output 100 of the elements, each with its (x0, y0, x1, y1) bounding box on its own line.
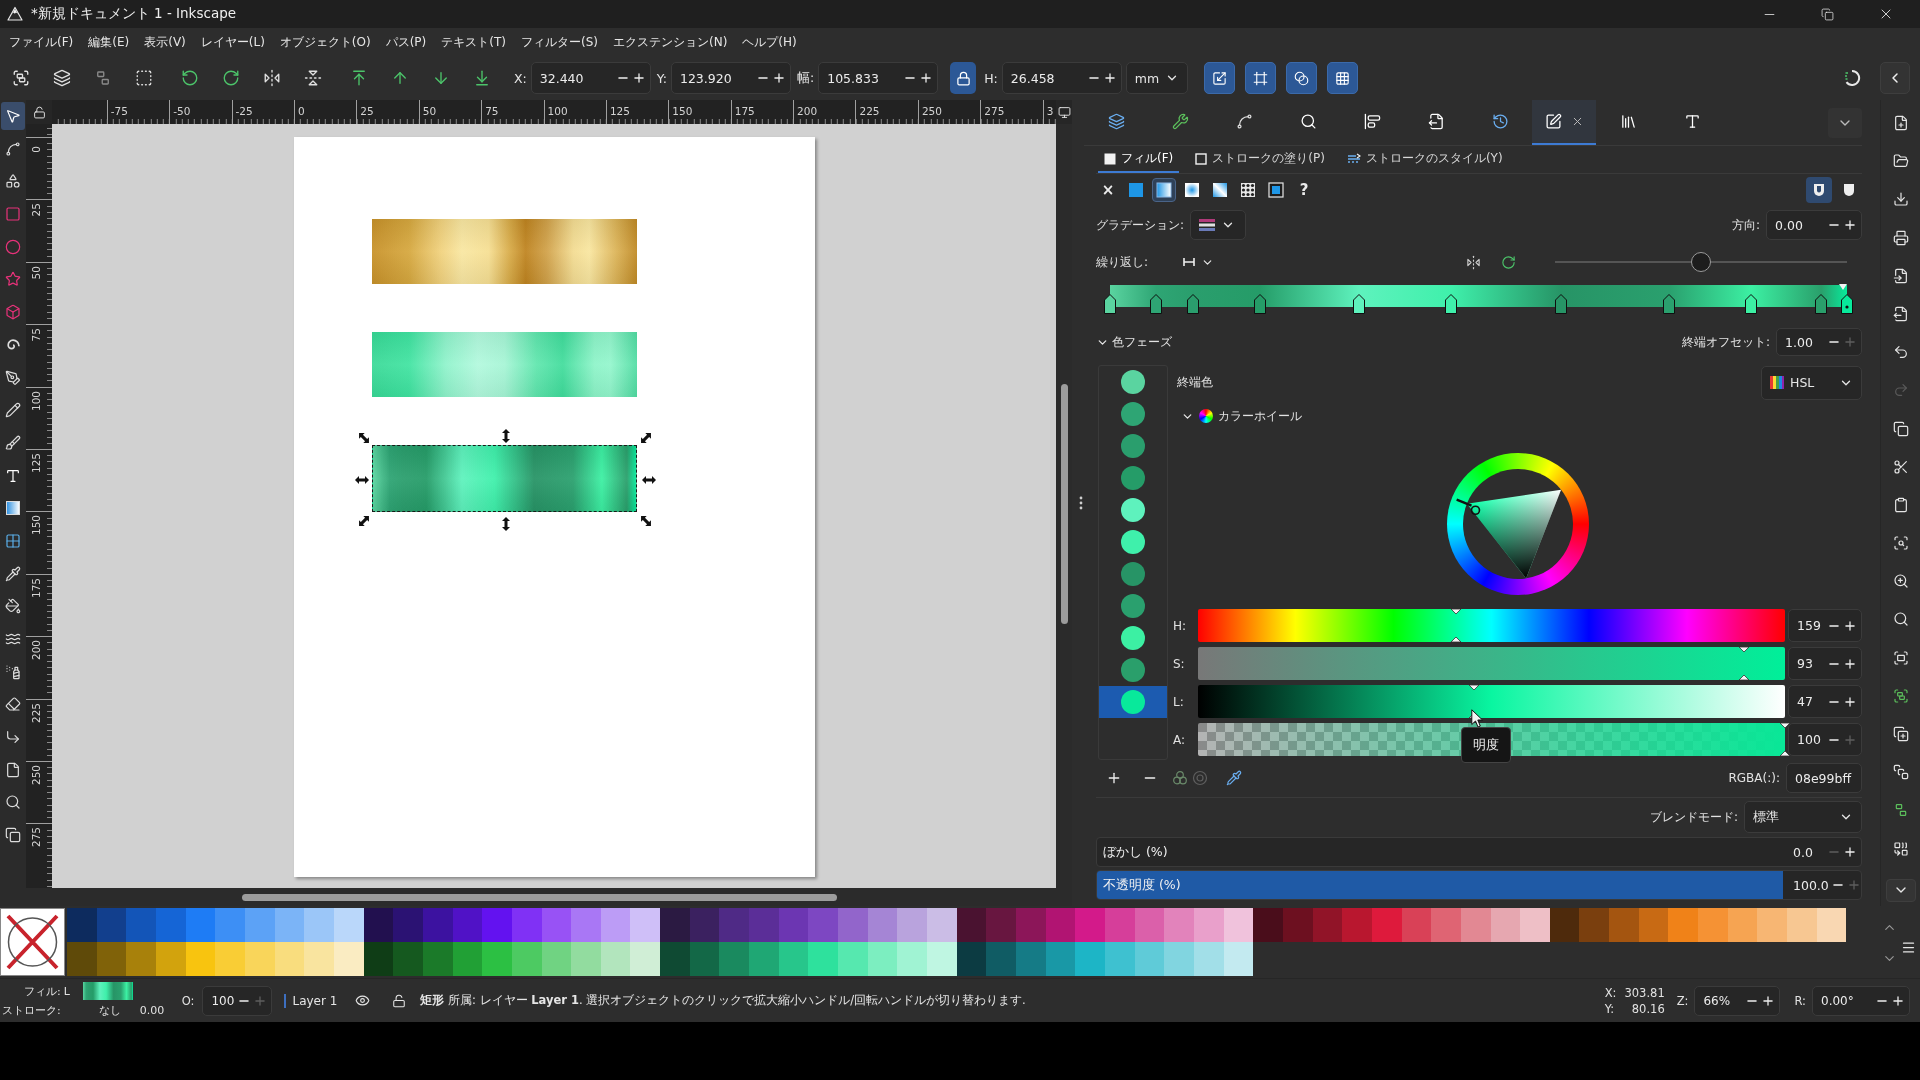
shapes-icon[interactable] (5, 173, 21, 190)
color-swatch-icon[interactable] (689, 942, 720, 976)
plus-icon[interactable] (919, 71, 934, 85)
color-swatch-icon[interactable] (1609, 908, 1639, 942)
color-swatch-icon[interactable] (1549, 908, 1580, 942)
color-swatch-icon[interactable] (1460, 908, 1491, 942)
eyedropper-icon[interactable] (1226, 770, 1242, 786)
stop-marker-icon[interactable] (1555, 294, 1568, 314)
scrollbar[interactable] (1060, 384, 1068, 624)
search-icon[interactable] (1299, 113, 1317, 130)
zoom-in-icon[interactable] (1892, 573, 1909, 590)
plus-icon[interactable] (1106, 770, 1122, 786)
color-swatch-icon[interactable] (1134, 908, 1165, 942)
number-field[interactable]: 100 (1788, 723, 1862, 756)
square-pen-icon[interactable] (1544, 113, 1562, 130)
number-field[interactable]: 32.440 (530, 62, 651, 94)
section-label[interactable]: 色フェーズ (1112, 333, 1172, 351)
color-swatch-icon[interactable] (1104, 908, 1135, 942)
pointer-icon[interactable] (5, 108, 21, 124)
flip-horizontal-icon[interactable] (263, 69, 281, 87)
color-swatch-icon[interactable] (1312, 908, 1343, 942)
slider-thumb[interactable] (1450, 609, 1463, 642)
color-swatch-icon[interactable] (185, 942, 216, 976)
copy-plus-icon[interactable] (1892, 726, 1909, 742)
grid-icon[interactable] (1334, 70, 1350, 86)
color-swatch-icon[interactable] (630, 942, 661, 976)
color-swatch-icon[interactable] (422, 942, 453, 976)
number-field[interactable]: 159 (1788, 609, 1862, 642)
color-swatch-icon[interactable] (511, 942, 542, 976)
color-swatch-icon[interactable] (1104, 942, 1135, 976)
color-swatch-icon[interactable] (1045, 942, 1076, 976)
folder-icon[interactable] (1892, 153, 1909, 170)
slider-thumb[interactable] (1737, 647, 1750, 680)
color-swatch-icon[interactable] (126, 942, 156, 976)
plus-icon[interactable] (631, 71, 646, 85)
no-color-swatch-icon[interactable] (0, 908, 65, 976)
color-swatch-icon[interactable] (719, 942, 750, 976)
curve-icon[interactable] (1235, 113, 1253, 130)
dock-tab[interactable] (1532, 100, 1596, 145)
color-swatch-icon[interactable] (155, 942, 186, 976)
spin-slider[interactable]: 不透明度 (%) 100.0 (1096, 870, 1862, 900)
stop-marker-icon[interactable] (1104, 294, 1116, 314)
grouped-squares-icon[interactable] (1892, 687, 1909, 704)
joined-squares-icon[interactable] (1892, 840, 1909, 857)
color-swatch-icon[interactable] (363, 908, 394, 942)
plus-icon[interactable] (1843, 694, 1857, 709)
menu-item[interactable]: ファイル(F) (4, 30, 79, 54)
color-swatch-icon[interactable] (274, 908, 305, 942)
dashed-lines-icon[interactable] (1346, 152, 1361, 165)
eyedropper-icon[interactable] (5, 565, 21, 582)
stop-marker-icon[interactable] (1745, 294, 1758, 314)
layer-name[interactable]: Layer 1 (284, 993, 338, 1008)
color-swatch-icon[interactable] (838, 942, 868, 976)
frame-icon[interactable] (1252, 70, 1268, 86)
color-swatch-icon[interactable] (511, 908, 542, 942)
slider-track[interactable] (1555, 251, 1847, 273)
color-swatch-icon[interactable] (304, 908, 334, 942)
color-swatch-icon[interactable] (1401, 908, 1432, 942)
star-icon[interactable] (5, 271, 21, 288)
slider-thumb[interactable] (1691, 252, 1711, 272)
menu-icon[interactable] (1901, 940, 1916, 955)
color-swatch-icon[interactable] (333, 908, 364, 942)
plus-icon[interactable] (1761, 993, 1776, 1008)
gradient-swatch-icon[interactable] (82, 982, 133, 1000)
waves-icon[interactable] (5, 631, 21, 647)
color-swatch-icon[interactable] (452, 942, 483, 976)
rotate-left-icon[interactable] (181, 69, 199, 87)
double-arrow-icon[interactable] (356, 430, 372, 446)
fill-rule-button[interactable] (1806, 177, 1832, 203)
outline-square-icon[interactable] (1195, 152, 1208, 165)
color-swatch-icon[interactable] (1164, 942, 1194, 976)
color-swatch-icon[interactable] (808, 942, 839, 976)
color-swatch-icon[interactable] (867, 908, 898, 942)
color-swatch-icon[interactable] (1757, 908, 1788, 942)
file-arrow-icon[interactable] (1427, 113, 1445, 130)
color-swatch-icon[interactable] (986, 942, 1016, 976)
monitor-icon[interactable] (1057, 105, 1071, 119)
clipboard-icon[interactable] (1892, 496, 1909, 513)
color-swatch-icon[interactable] (126, 908, 156, 942)
file-arrow-icon[interactable] (1892, 267, 1909, 284)
color-swatch-icon[interactable] (897, 908, 928, 942)
layers-icon[interactable] (1107, 113, 1125, 130)
lock-open-icon[interactable] (392, 993, 407, 1008)
color-swatch-icon[interactable] (1134, 942, 1165, 976)
color-swatch-icon[interactable] (215, 942, 245, 976)
color-swatch-icon[interactable] (1075, 942, 1105, 976)
number-field[interactable]: 66% (1694, 985, 1781, 1016)
plus-icon[interactable] (1843, 218, 1857, 232)
slider-track[interactable]: ぼかし (%) (1097, 838, 1783, 866)
menu-item[interactable]: 表示(V) (139, 30, 191, 54)
color-swatch-icon[interactable] (660, 908, 690, 942)
menu-item[interactable]: フィルター(S) (516, 30, 603, 54)
color-swatch-icon[interactable] (956, 942, 987, 976)
color-swatch-icon[interactable] (956, 908, 987, 942)
plus-icon[interactable] (1891, 993, 1905, 1008)
color-swatch-icon[interactable] (600, 942, 631, 976)
color-swatch-icon[interactable] (482, 942, 512, 976)
stripes-icon[interactable] (1199, 219, 1216, 231)
wrench-icon[interactable] (1171, 113, 1189, 130)
number-field[interactable]: 1.00 (1776, 328, 1862, 356)
